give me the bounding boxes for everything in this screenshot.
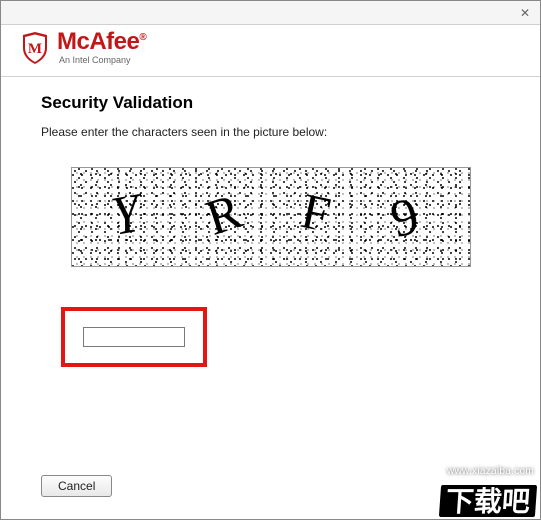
watermark-badge: 下载吧 [439, 485, 537, 517]
captcha-image: Y R F 9 [71, 167, 471, 267]
mcafee-shield-icon: M [21, 32, 49, 64]
input-highlight-box [61, 307, 207, 367]
captcha-input[interactable] [83, 327, 185, 347]
svg-text:M: M [28, 41, 42, 57]
captcha-char-1: Y [106, 180, 144, 248]
captcha-char-2: R [198, 181, 248, 246]
content-area: Security Validation Please enter the cha… [1, 77, 540, 367]
titlebar: ✕ [1, 1, 540, 25]
captcha-char-4: 9 [384, 184, 424, 249]
brand-text: McAfee® An Intel Company [57, 30, 146, 65]
captcha-char-3: F [296, 181, 335, 244]
brand-tagline: An Intel Company [59, 56, 146, 65]
footer: Cancel [41, 475, 112, 497]
watermark: www.xiazaiba.com 下载吧 [400, 464, 540, 519]
page-title: Security Validation [41, 93, 500, 113]
cancel-button[interactable]: Cancel [41, 475, 112, 497]
brand-name: McAfee® [57, 30, 146, 54]
watermark-url: www.xiazaiba.com [447, 466, 534, 477]
close-icon: ✕ [520, 6, 530, 20]
instruction-text: Please enter the characters seen in the … [41, 125, 500, 139]
brand-header: M McAfee® An Intel Company [1, 25, 540, 77]
close-button[interactable]: ✕ [516, 4, 534, 22]
